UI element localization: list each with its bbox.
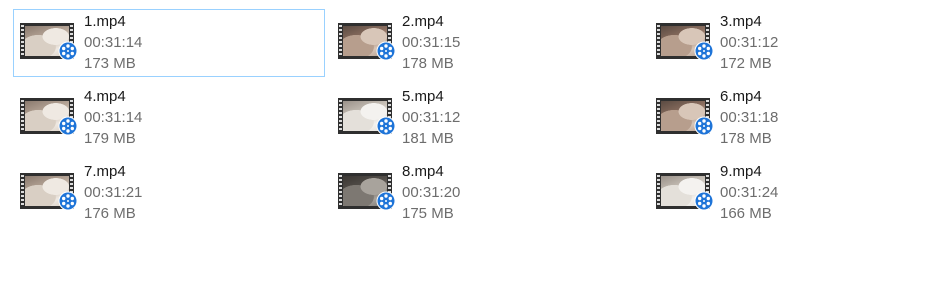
file-name: 8.mp4 [402,163,444,180]
film-reel-icon [694,116,714,136]
file-name: 9.mp4 [720,163,762,180]
file-duration: 00:31:21 [84,184,143,201]
file-duration: 00:31:18 [720,109,779,126]
file-size: 166 MB [720,205,772,222]
film-reel-icon [376,41,396,61]
file-size: 176 MB [84,205,136,222]
file-grid: 1.mp4 00:31:14 173 MB 2.mp4 00:31:15 178… [0,0,947,291]
file-duration: 00:31:20 [402,184,461,201]
file-item[interactable]: 6.mp4 00:31:18 178 MB [649,84,947,152]
video-file-icon [338,173,396,211]
file-size: 175 MB [402,205,454,222]
file-item[interactable]: 5.mp4 00:31:12 181 MB [331,84,643,152]
file-item[interactable]: 8.mp4 00:31:20 175 MB [331,159,643,227]
file-name: 4.mp4 [84,88,126,105]
video-file-icon [20,23,78,61]
film-reel-icon [376,116,396,136]
file-size: 173 MB [84,55,136,72]
file-size: 181 MB [402,130,454,147]
file-item[interactable]: 1.mp4 00:31:14 173 MB [13,9,325,77]
file-item[interactable]: 9.mp4 00:31:24 166 MB [649,159,947,227]
file-size: 178 MB [720,130,772,147]
file-name: 1.mp4 [84,13,126,30]
film-reel-icon [58,191,78,211]
video-file-icon [338,23,396,61]
file-name: 3.mp4 [720,13,762,30]
film-reel-icon [58,116,78,136]
file-duration: 00:31:12 [720,34,779,51]
file-item[interactable]: 3.mp4 00:31:12 172 MB [649,9,947,77]
file-size: 172 MB [720,55,772,72]
video-file-icon [656,173,714,211]
file-item[interactable]: 7.mp4 00:31:21 176 MB [13,159,325,227]
video-file-icon [656,98,714,136]
file-item[interactable]: 2.mp4 00:31:15 178 MB [331,9,643,77]
file-size: 178 MB [402,55,454,72]
film-reel-icon [694,41,714,61]
file-duration: 00:31:24 [720,184,779,201]
film-reel-icon [58,41,78,61]
file-size: 179 MB [84,130,136,147]
file-duration: 00:31:15 [402,34,461,51]
film-reel-icon [376,191,396,211]
file-name: 6.mp4 [720,88,762,105]
video-file-icon [20,173,78,211]
file-name: 2.mp4 [402,13,444,30]
file-duration: 00:31:14 [84,109,143,126]
file-item[interactable]: 4.mp4 00:31:14 179 MB [13,84,325,152]
file-duration: 00:31:14 [84,34,143,51]
film-reel-icon [694,191,714,211]
video-file-icon [20,98,78,136]
file-name: 5.mp4 [402,88,444,105]
video-file-icon [656,23,714,61]
file-duration: 00:31:12 [402,109,461,126]
video-file-icon [338,98,396,136]
file-name: 7.mp4 [84,163,126,180]
